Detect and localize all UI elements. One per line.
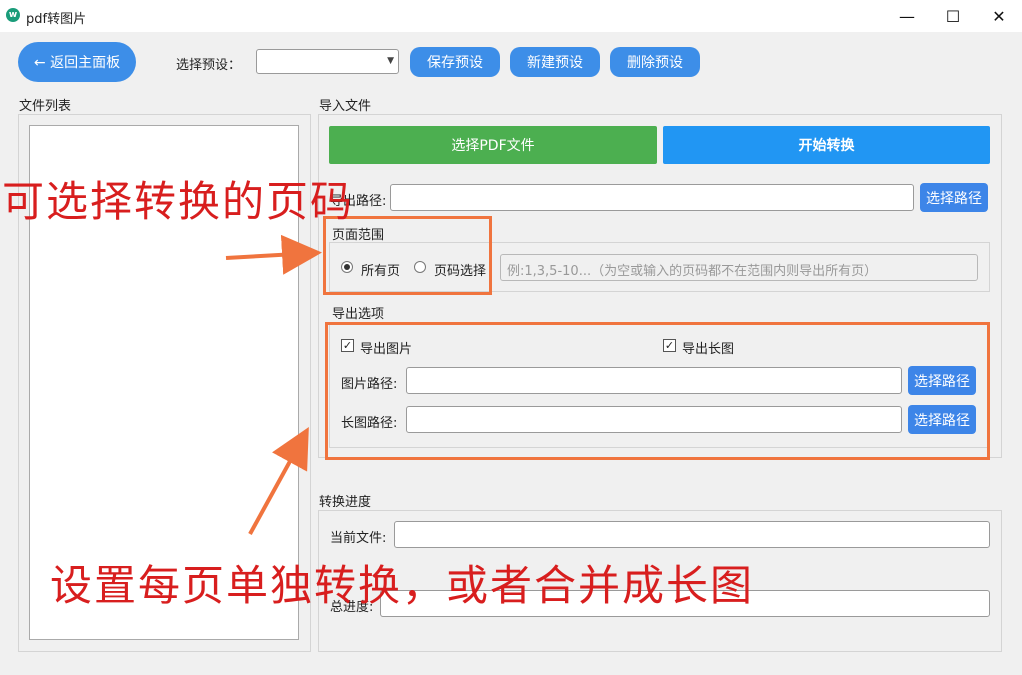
- arrow-to-page-range: [225, 234, 322, 275]
- annotation-bottom-text: 设置每页单独转换，或者合并成长图: [50, 561, 755, 610]
- arrow-to-export-options: [248, 426, 309, 535]
- annotation-top-text: 可选择转换的页码: [2, 177, 355, 226]
